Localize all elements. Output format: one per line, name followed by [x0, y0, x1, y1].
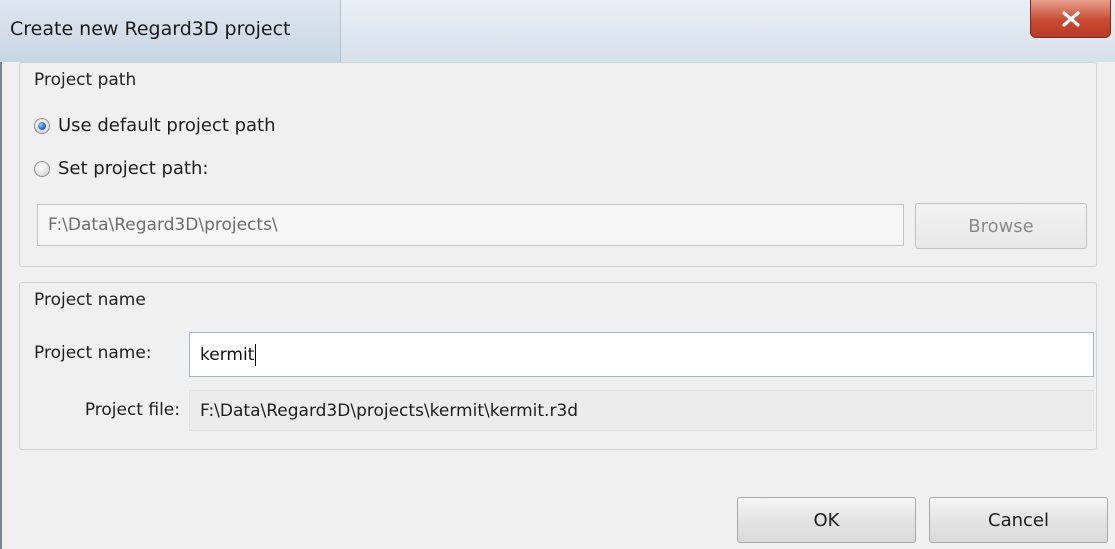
browse-button-label: Browse [968, 215, 1034, 237]
project-path-input[interactable]: F:\Data\Regard3D\projects\ [37, 204, 904, 246]
project-path-value: F:\Data\Regard3D\projects\ [48, 215, 278, 235]
set-project-path-radio[interactable]: Set project path: [34, 158, 208, 179]
text-caret [255, 343, 257, 366]
project-name-input[interactable]: kermit [189, 332, 1094, 377]
title-tab: Create new Regard3D project [0, 0, 341, 62]
use-default-path-label: Use default project path [58, 115, 276, 136]
window-title: Create new Regard3D project [10, 18, 291, 40]
project-file-label: Project file: [84, 400, 180, 420]
radio-indicator-unchecked[interactable] [34, 160, 50, 177]
ok-button-label: OK [813, 509, 840, 531]
cancel-button-label: Cancel [988, 509, 1049, 531]
title-bar: Create new Regard3D project [0, 0, 1115, 62]
project-path-group-title: Project path [34, 70, 137, 90]
project-name-group-title: Project name [34, 290, 146, 310]
browse-button[interactable]: Browse [915, 203, 1087, 249]
use-default-path-radio[interactable]: Use default project path [34, 115, 276, 136]
close-icon [1060, 10, 1082, 28]
radio-indicator-checked[interactable] [34, 117, 50, 134]
close-button[interactable] [1030, 0, 1111, 38]
project-name-label: Project name: [34, 343, 152, 363]
window-left-border [0, 62, 2, 549]
project-file-value-field: F:\Data\Regard3D\projects\kermit\kermit.… [189, 390, 1094, 431]
ok-button[interactable]: OK [737, 497, 916, 543]
set-project-path-label: Set project path: [58, 158, 209, 179]
project-file-value: F:\Data\Regard3D\projects\kermit\kermit.… [200, 400, 579, 421]
cancel-button[interactable]: Cancel [929, 497, 1108, 543]
project-name-value: kermit [200, 344, 255, 365]
